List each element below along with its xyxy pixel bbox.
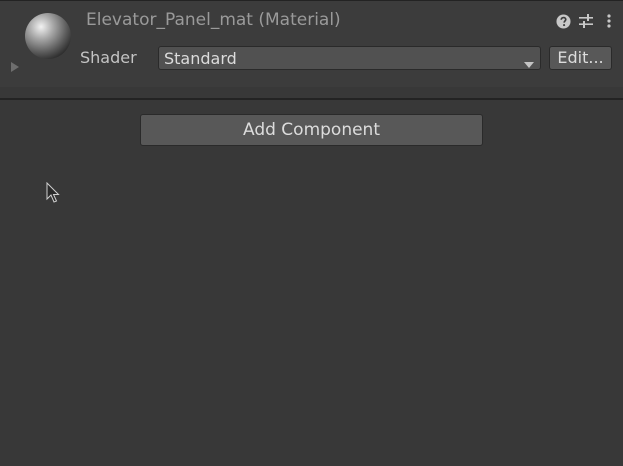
- shader-dropdown[interactable]: Standard: [158, 46, 541, 70]
- chevron-down-icon: [524, 54, 534, 68]
- shader-label: Shader: [80, 48, 137, 67]
- header-icons: [555, 11, 617, 31]
- header-divider: [0, 98, 623, 100]
- help-icon[interactable]: [555, 12, 571, 30]
- add-component-button[interactable]: Add Component: [140, 114, 483, 146]
- material-title: Elevator_Panel_mat (Material): [86, 10, 341, 30]
- shader-dropdown-value: Standard: [164, 49, 237, 68]
- kebab-menu-icon[interactable]: [601, 12, 617, 30]
- mouse-cursor-icon: [46, 181, 60, 204]
- material-preview-sphere: [24, 12, 72, 60]
- preset-sliders-icon[interactable]: [578, 12, 594, 30]
- inspector-header: Elevator_Panel_mat (Material) Shader Sta…: [0, 0, 623, 87]
- edit-shader-button[interactable]: Edit...: [549, 46, 612, 70]
- foldout-arrow-icon[interactable]: [10, 61, 22, 73]
